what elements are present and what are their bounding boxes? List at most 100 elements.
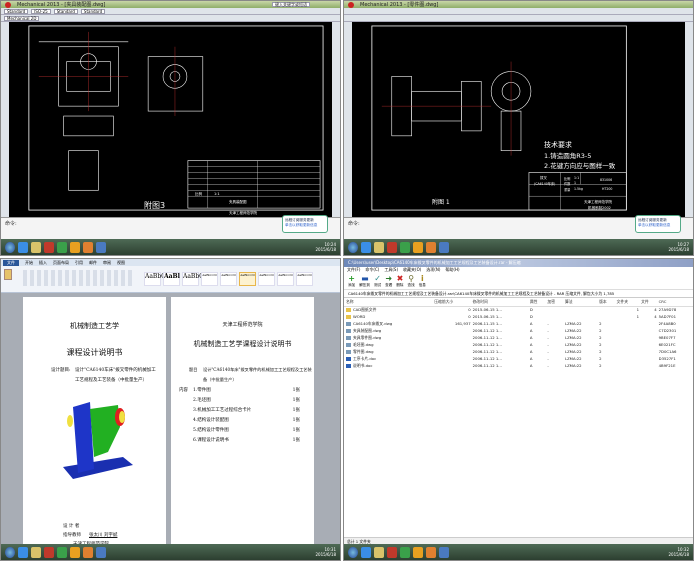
taskbar-app-icon[interactable] (400, 546, 410, 558)
style-item[interactable]: AaBbCcD (277, 272, 294, 286)
document-area[interactable]: 机械制造工艺学 课程设计说明书 设计题目: 设计"CA6140车床"拨叉零件的机… (1, 293, 340, 547)
clock[interactable]: 10:24 2015/6/18 (315, 242, 340, 252)
style-heading2[interactable]: AaBbC (182, 272, 204, 286)
search-input[interactable]: 键入关键字或短语 (272, 2, 310, 7)
paste-icon[interactable] (4, 269, 12, 280)
column-header[interactable]: 版本 (597, 298, 615, 307)
taskbar-app-icon[interactable] (439, 546, 449, 558)
tooltip-link[interactable]: 单击以获取更新信息 (285, 223, 325, 228)
file-row[interactable]: CAD图纸文件 0 2015-06-15 1... D 1 4 27A9D78 (344, 306, 693, 313)
start-button[interactable] (5, 546, 15, 558)
taskbar-app-icon[interactable] (31, 546, 41, 558)
style-normal[interactable]: AaBbC (144, 272, 166, 286)
dim-style-select[interactable]: ISO-25 (31, 8, 51, 14)
taskbar-app-icon[interactable] (413, 241, 423, 253)
start-button[interactable] (5, 241, 15, 253)
column-header[interactable]: 压缩前大小 (432, 298, 471, 307)
style-item[interactable]: AaBbCcD (258, 272, 275, 286)
table-style-select[interactable]: Standard (53, 8, 78, 14)
toolbar-button[interactable]: ▬ 解压到 (359, 274, 370, 288)
tooltip-link[interactable]: 单击以获取更新信息 (638, 223, 678, 228)
toolbar-button[interactable]: ✓ 测试 (374, 274, 381, 288)
taskbar-app-icon[interactable] (374, 241, 384, 253)
taskbar-app-icon[interactable] (374, 546, 384, 558)
file-row[interactable]: WORD 0 2015-06-15 1... D 1 4 5AD7F01 (344, 313, 693, 320)
drawing-canvas[interactable]: 附图 1 技术要求 1.铸造圆角R3-5 2.花键方向应与图样一致 拨叉 (CA… (352, 22, 685, 217)
taskbar-app-icon[interactable] (439, 241, 449, 253)
right-toolbar[interactable] (332, 22, 340, 217)
toolbar-button[interactable]: ➜ 查看 (385, 274, 392, 288)
tab-home[interactable]: 开始 (25, 260, 33, 266)
taskbar-app-icon[interactable] (44, 546, 54, 558)
toolbar-button[interactable]: + 添加 (348, 274, 355, 288)
taskbar-app-icon[interactable] (70, 241, 80, 253)
taskbar-app-icon[interactable] (57, 546, 67, 558)
tab-references[interactable]: 引用 (75, 260, 83, 266)
font-toolbar[interactable] (23, 270, 133, 286)
taskbar-app-icon[interactable] (44, 241, 54, 253)
taskbar-app-icon[interactable] (426, 546, 436, 558)
clock[interactable]: 10:32 2015/6/18 (668, 547, 693, 557)
toolbar-button[interactable]: ✖ 删除 (396, 274, 403, 288)
taskbar-app-icon[interactable] (361, 546, 371, 558)
taskbar-app-icon[interactable] (426, 241, 436, 253)
style-item[interactable]: AaBbCcD (296, 272, 313, 286)
update-tooltip[interactable]: 远程订阅服务更新 单击以获取更新信息 (635, 215, 681, 233)
taskbar-app-icon[interactable] (400, 241, 410, 253)
file-row[interactable]: 夹具零件图.dwg 2006-11-12 1... A - LZMA:22 2 9BE07F… (344, 334, 693, 341)
drawing-canvas[interactable]: 附图3 天津工程师范学院 夹具装配图 比例 1:1 (9, 22, 332, 217)
toolbar-button[interactable]: i 信息 (419, 274, 426, 288)
menu-file[interactable]: 文件(F) (347, 267, 360, 273)
file-row[interactable]: 毛坯图.dwg 2006-11-12 1... A - LZMA:22 2 6E021FC (344, 341, 693, 348)
toolbar-button[interactable]: ⚲ 查找 (408, 274, 415, 288)
tab-layout[interactable]: 页面布局 (53, 260, 69, 266)
column-header[interactable]: CRC (656, 298, 693, 307)
taskbar-app-icon[interactable] (83, 241, 93, 253)
file-row[interactable]: 说明书.doc 2006-11-12 1... A - LZMA:22 2 4B9F21E (344, 362, 693, 369)
mleader-style-select[interactable]: Standard (80, 8, 106, 14)
column-header[interactable]: 文件夹 (614, 298, 640, 307)
menu-help[interactable]: 帮助(H) (445, 267, 459, 273)
app-menu-icon[interactable] (348, 1, 354, 8)
tab-file[interactable]: 文件 (3, 259, 19, 266)
style-item-selected[interactable]: AaBbCcD (239, 272, 256, 286)
start-button[interactable] (348, 241, 358, 253)
taskbar-app-icon[interactable] (413, 546, 423, 558)
column-header[interactable]: 名称 (344, 298, 433, 307)
column-header[interactable]: 加密 (545, 298, 563, 307)
tab-review[interactable]: 审阅 (103, 260, 111, 266)
menu-tools[interactable]: 工具(S) (384, 267, 398, 273)
file-row[interactable]: CA6140车床拨叉.dwg 161,937 2006-11-15 1... A - LZ… (344, 320, 693, 327)
menu-options[interactable]: 选项(N) (426, 267, 440, 273)
taskbar-app-icon[interactable] (387, 546, 397, 558)
column-header[interactable]: 算法 (562, 298, 598, 307)
style-item[interactable]: AaBbCcD (220, 272, 237, 286)
taskbar-app-icon[interactable] (96, 241, 106, 253)
taskbar-app-icon[interactable] (18, 546, 28, 558)
column-header[interactable]: 文件 (639, 298, 657, 307)
taskbar-app-icon[interactable] (96, 546, 106, 558)
left-toolbar[interactable] (1, 22, 9, 217)
tab-mailings[interactable]: 邮件 (89, 260, 97, 266)
update-tooltip[interactable]: 远程订阅服务更新 单击以获取更新信息 (282, 215, 328, 233)
taskbar-app-icon[interactable] (83, 546, 93, 558)
taskbar-app-icon[interactable] (18, 241, 28, 253)
taskbar-app-icon[interactable] (57, 241, 67, 253)
column-header[interactable]: 属性 (527, 298, 546, 307)
menu-favorites[interactable]: 收藏夹(O) (403, 267, 421, 273)
column-header[interactable]: 修改时间 (470, 298, 528, 307)
start-button[interactable] (348, 546, 358, 558)
file-row[interactable]: 夹具装配图.dwg 2006-11-12 1... A - LZMA:22 2 C7D230… (344, 327, 693, 334)
address-bar[interactable]: CA6140车床拨叉零件的机械加工工艺规程及工艺装备设计.rar\CA6140车… (344, 290, 693, 298)
taskbar-app-icon[interactable] (70, 546, 80, 558)
file-row[interactable]: 零件图.dwg 2006-11-12 1... A - LZMA:22 2 7D0C1A6 (344, 348, 693, 355)
style-item[interactable]: AaBbCcD (201, 272, 218, 286)
taskbar-app-icon[interactable] (31, 241, 41, 253)
file-row[interactable]: 工序卡片.doc 2006-11-12 1... A - LZMA:22 2 D3527F1 (344, 355, 693, 362)
tab-insert[interactable]: 插入 (39, 260, 47, 266)
tab-view[interactable]: 视图 (117, 260, 125, 266)
taskbar-app-icon[interactable] (387, 241, 397, 253)
taskbar-app-icon[interactable] (361, 241, 371, 253)
clock[interactable]: 10:31 2015/6/18 (315, 547, 340, 557)
menu-commands[interactable]: 命令(C) (365, 267, 379, 273)
